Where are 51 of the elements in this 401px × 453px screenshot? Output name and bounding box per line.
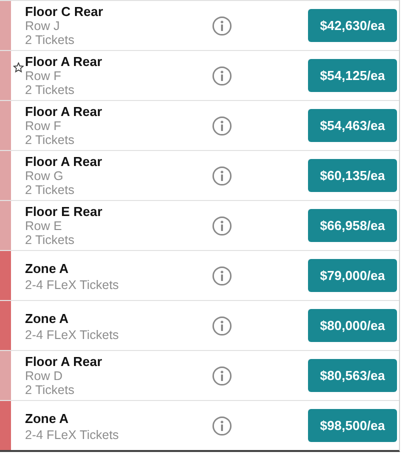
section-name: Floor A Rear	[25, 354, 104, 368]
price-button[interactable]: $80,563/ea	[308, 359, 397, 392]
price-button[interactable]: $66,958/ea	[308, 209, 397, 242]
price-button[interactable]: $60,135/ea	[308, 159, 397, 192]
listing-row[interactable]: Zone A 2-4 FLeX Tickets $80,000/ea	[0, 300, 399, 350]
listing-row[interactable]: Floor A Rear Row F 2 Tickets $54,125/ea	[0, 50, 399, 100]
listing-detail: Row D	[25, 368, 64, 382]
listing-detail: 2 Tickets	[25, 232, 76, 246]
info-icon[interactable]	[212, 316, 232, 336]
price-button[interactable]: $54,125/ea	[308, 59, 397, 92]
listing-row[interactable]: Floor A Rear Row F 2 Tickets $54,463/ea	[0, 100, 399, 150]
section-name: Floor A Rear	[25, 54, 104, 68]
listing-detail: 2 Tickets	[25, 132, 76, 146]
info-icon[interactable]	[212, 266, 232, 286]
section-name: Zone A	[25, 260, 70, 276]
section-name: Floor A Rear	[25, 104, 104, 118]
listing-detail: Row G	[25, 168, 64, 182]
section-name: Floor C Rear	[25, 4, 104, 18]
listing-detail: 2-4 FLeX Tickets	[25, 276, 120, 292]
listing-detail: 2-4 FLeX Tickets	[25, 326, 120, 342]
section-name: Zone A	[25, 310, 70, 326]
listing-detail: 2-4 FLeX Tickets	[25, 426, 120, 442]
listing-detail: 2 Tickets	[25, 382, 76, 396]
info-icon[interactable]	[212, 66, 232, 86]
info-icon[interactable]	[212, 16, 232, 36]
price-button[interactable]: $79,000/ea	[308, 259, 397, 292]
price-button[interactable]: $98,500/ea	[308, 409, 397, 442]
section-name: Floor A Rear	[25, 154, 104, 168]
listing-detail: Row F	[25, 118, 62, 132]
listing-detail: 2 Tickets	[25, 32, 76, 46]
listing-row[interactable]: Floor A Rear Row D 2 Tickets $80,563/ea	[0, 350, 399, 400]
info-icon[interactable]	[212, 166, 232, 186]
price-button[interactable]: $54,463/ea	[308, 109, 397, 142]
listing-detail: Row J	[25, 18, 61, 32]
listing-detail: 2 Tickets	[25, 82, 76, 96]
info-icon[interactable]	[212, 416, 232, 436]
info-icon[interactable]	[212, 116, 232, 136]
section-name: Floor E Rear	[25, 204, 104, 218]
section-name: Zone A	[25, 410, 70, 426]
listing-row[interactable]: Zone A 2-4 FLeX Tickets $98,500/ea	[0, 400, 399, 450]
price-button[interactable]: $42,630/ea	[308, 9, 397, 42]
listing-row[interactable]: Zone A 2-4 FLeX Tickets $79,000/ea	[0, 250, 399, 300]
info-icon[interactable]	[212, 366, 232, 386]
listing-detail: Row F	[25, 68, 62, 82]
price-button[interactable]: $80,000/ea	[308, 309, 397, 342]
listing-row[interactable]: Floor E Rear Row E 2 Tickets $66,958/ea	[0, 200, 399, 250]
listing-detail: 2 Tickets	[25, 182, 76, 196]
info-icon[interactable]	[212, 216, 232, 236]
listing-row[interactable]: Floor C Rear Row J 2 Tickets $42,630/ea	[0, 0, 399, 50]
listing-detail: Row E	[25, 218, 63, 232]
listing-row[interactable]: Floor A Rear Row G 2 Tickets $60,135/ea	[0, 150, 399, 200]
